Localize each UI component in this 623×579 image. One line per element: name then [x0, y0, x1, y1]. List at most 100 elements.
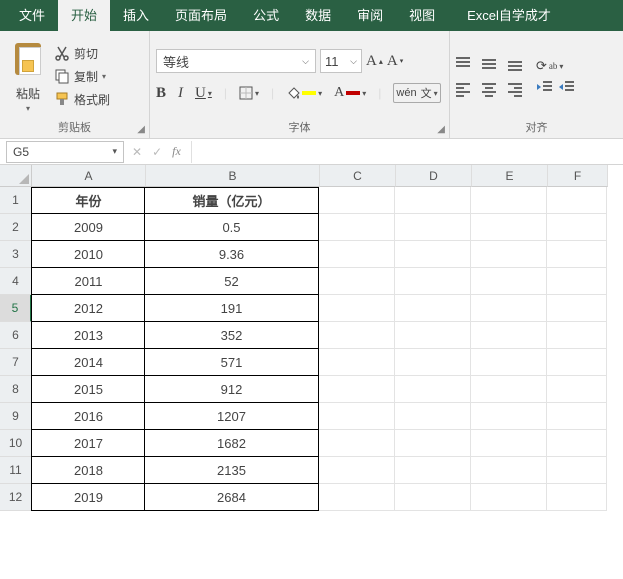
cell[interactable]: 2017	[31, 430, 145, 457]
cell[interactable]	[395, 403, 471, 430]
row-header[interactable]: 7	[0, 349, 32, 376]
cell[interactable]	[471, 457, 547, 484]
dialog-launcher-icon[interactable]: ◢	[137, 124, 145, 135]
cancel-formula-button[interactable]: ✕	[132, 145, 142, 159]
align-left-button[interactable]	[456, 78, 478, 100]
borders-button[interactable]: ▾	[239, 86, 259, 100]
cell[interactable]	[319, 430, 395, 457]
cell[interactable]	[395, 214, 471, 241]
cell[interactable]: 0.5	[145, 214, 319, 241]
cell[interactable]	[395, 241, 471, 268]
cell[interactable]	[471, 484, 547, 511]
cell[interactable]: 2684	[145, 484, 319, 511]
cell[interactable]: 191	[145, 295, 319, 322]
decrease-indent-button[interactable]	[536, 80, 552, 94]
enter-formula-button[interactable]: ✓	[152, 145, 162, 159]
name-box[interactable]: G5 ▾	[6, 141, 124, 163]
font-name-selector[interactable]: 等线 ⌵	[156, 49, 316, 73]
cell[interactable]	[319, 295, 395, 322]
cell[interactable]	[319, 349, 395, 376]
cell[interactable]: 2018	[31, 457, 145, 484]
cell[interactable]	[547, 403, 607, 430]
cell[interactable]	[547, 268, 607, 295]
cell[interactable]	[319, 241, 395, 268]
row-header[interactable]: 12	[0, 484, 32, 511]
cell[interactable]	[547, 322, 607, 349]
cell[interactable]: 1207	[145, 403, 319, 430]
row-header[interactable]: 11	[0, 457, 32, 484]
cell[interactable]: 2019	[31, 484, 145, 511]
font-size-selector[interactable]: 11 ⌵	[320, 49, 362, 73]
row-header[interactable]: 1	[0, 187, 32, 214]
cell[interactable]	[395, 430, 471, 457]
align-right-button[interactable]	[508, 78, 530, 100]
cell[interactable]: 2015	[31, 376, 145, 403]
cell[interactable]	[547, 214, 607, 241]
underline-button[interactable]: U▾	[195, 85, 212, 102]
cell[interactable]	[547, 295, 607, 322]
cell[interactable]	[547, 484, 607, 511]
cell[interactable]: 571	[145, 349, 319, 376]
formula-input[interactable]	[191, 141, 623, 163]
cell[interactable]	[319, 403, 395, 430]
cell[interactable]: 9.36	[145, 241, 319, 268]
row-header[interactable]: 4	[0, 268, 32, 295]
paste-button[interactable]: 粘贴 ▾	[6, 39, 50, 113]
select-all-corner[interactable]	[0, 165, 32, 187]
cell[interactable]	[395, 376, 471, 403]
cell[interactable]	[471, 430, 547, 457]
cell[interactable]	[547, 349, 607, 376]
cell[interactable]	[319, 376, 395, 403]
cell[interactable]	[471, 376, 547, 403]
cell[interactable]	[471, 322, 547, 349]
tab-data[interactable]: 数据	[292, 0, 344, 31]
tab-view[interactable]: 视图	[396, 0, 448, 31]
align-middle-button[interactable]	[482, 52, 504, 74]
column-header-F[interactable]: F	[548, 165, 608, 187]
tab-page-layout[interactable]: 页面布局	[162, 0, 240, 31]
decrease-font-button[interactable]: A▾	[387, 53, 403, 70]
cell[interactable]	[395, 295, 471, 322]
column-header-A[interactable]: A	[32, 165, 146, 187]
cell[interactable]	[319, 187, 395, 214]
worksheet-grid[interactable]: 123456789101112 ABCDEF 年份销量（亿元）20090.520…	[0, 165, 623, 511]
cell[interactable]	[395, 268, 471, 295]
cell[interactable]: 2135	[145, 457, 319, 484]
increase-font-button[interactable]: A▴	[366, 53, 383, 70]
cell[interactable]: 2010	[31, 241, 145, 268]
align-bottom-button[interactable]	[508, 52, 530, 74]
row-header[interactable]: 6	[0, 322, 32, 349]
align-center-button[interactable]	[482, 78, 504, 100]
column-header-D[interactable]: D	[396, 165, 472, 187]
copy-button[interactable]: 复制 ▾	[54, 68, 110, 85]
italic-button[interactable]: I	[178, 85, 183, 102]
chevron-down-icon[interactable]: ▾	[26, 104, 30, 113]
increase-indent-button[interactable]	[558, 80, 574, 94]
row-header[interactable]: 9	[0, 403, 32, 430]
phonetic-guide-button[interactable]: wén文 ▾	[393, 83, 440, 103]
tab-file[interactable]: 文件	[6, 0, 58, 31]
row-header[interactable]: 10	[0, 430, 32, 457]
cell[interactable]	[319, 484, 395, 511]
cell[interactable]: 年份	[31, 187, 145, 214]
align-top-button[interactable]	[456, 52, 478, 74]
dialog-launcher-icon[interactable]: ◢	[437, 124, 445, 135]
cell[interactable]	[395, 349, 471, 376]
cell[interactable]: 2014	[31, 349, 145, 376]
orientation-button[interactable]: ⟳ab▾	[536, 58, 574, 74]
column-header-B[interactable]: B	[146, 165, 320, 187]
cell[interactable]	[395, 187, 471, 214]
cut-button[interactable]: 剪切	[54, 45, 110, 62]
column-header-C[interactable]: C	[320, 165, 396, 187]
tab-home[interactable]: 开始	[58, 0, 110, 31]
format-painter-button[interactable]: 格式刷	[54, 91, 110, 108]
cell[interactable]	[319, 214, 395, 241]
insert-function-button[interactable]: fx	[172, 144, 181, 159]
cell[interactable]	[471, 214, 547, 241]
font-color-button[interactable]: A ▾	[334, 85, 366, 101]
tab-review[interactable]: 审阅	[344, 0, 396, 31]
row-header[interactable]: 3	[0, 241, 32, 268]
cell[interactable]	[547, 376, 607, 403]
cell[interactable]	[547, 241, 607, 268]
tab-selfstudy[interactable]: Excel自学成才	[454, 0, 564, 31]
